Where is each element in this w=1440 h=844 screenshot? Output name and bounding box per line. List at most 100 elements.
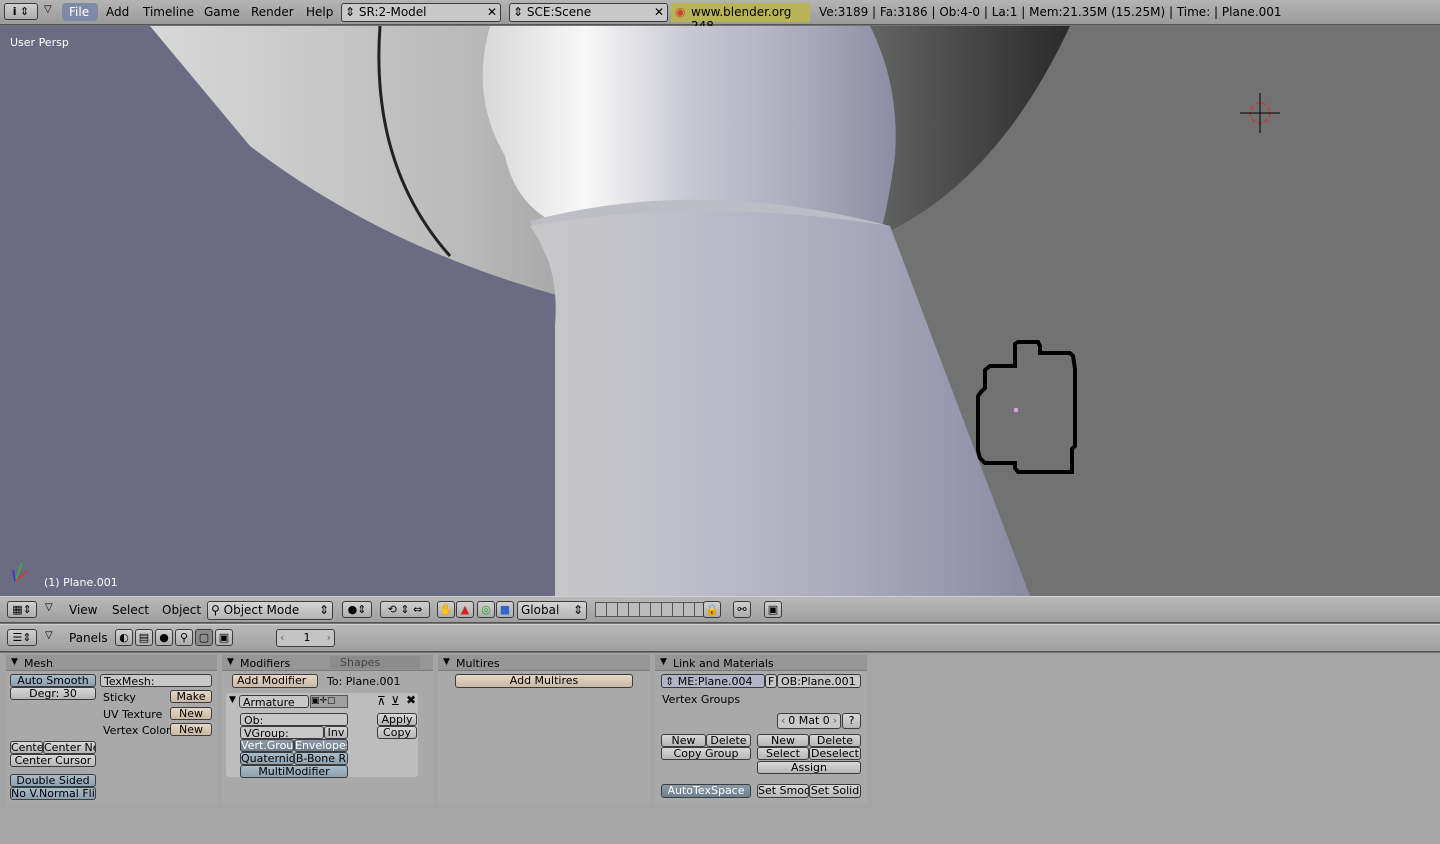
autotexspace-toggle[interactable]: AutoTexSpace [661, 784, 751, 798]
arrow-right-icon[interactable]: › [833, 714, 837, 728]
move-down-icon[interactable]: ⊻ [391, 694, 400, 708]
menu-help[interactable]: Help [306, 5, 333, 19]
material-delete-button[interactable]: Delete [809, 734, 861, 747]
mesh-panel-header[interactable]: ▼ Mesh [6, 655, 217, 671]
object-name-field[interactable]: OB:Plane.001 [777, 674, 861, 688]
modifier-name-field[interactable]: Armature [239, 695, 309, 708]
render-icon[interactable]: ▣ [764, 601, 782, 618]
shading-icon[interactable]: ● [155, 629, 173, 646]
apply-button[interactable]: Apply [377, 713, 417, 726]
screen-selector[interactable]: ⇕ SR:2-Model ✕ [341, 3, 501, 22]
material-assign-button[interactable]: Assign [757, 761, 861, 774]
view3d-editor-type-button[interactable]: ▦⇕ [7, 601, 37, 618]
quaternion-toggle[interactable]: Quaternio [240, 752, 294, 765]
close-icon[interactable]: ✕ [654, 4, 664, 21]
arrow-right-icon[interactable]: › [327, 630, 331, 646]
armature-object-field[interactable]: Ob: [240, 713, 348, 726]
menu-add[interactable]: Add [106, 5, 129, 19]
double-sided-toggle[interactable]: Double Sided [10, 774, 96, 787]
mesh-datablock-field[interactable]: ⇕ ME:Plane.004 [661, 674, 765, 688]
multires-panel-header[interactable]: ▼ Multires [438, 655, 650, 671]
logic-icon[interactable]: ◐ [115, 629, 133, 646]
close-icon[interactable]: ✖ [406, 693, 416, 707]
link-icon[interactable]: ⚯ [733, 601, 751, 618]
mesh-panel: ▼ Mesh Auto Smooth Degr: 30 TexMesh: Stic… [6, 655, 217, 805]
scene-icon[interactable]: ▣ [215, 629, 233, 646]
no-vnormal-flip-toggle[interactable]: No V.Normal Flip [10, 787, 96, 800]
scene-selector[interactable]: ⇕ SCE:Scene ✕ [509, 3, 668, 22]
sticky-make-button[interactable]: Make [170, 690, 212, 703]
center-new-button[interactable]: Center Ne [43, 741, 96, 754]
collapse-triangle-icon[interactable]: ▽ [45, 602, 53, 613]
menu-select[interactable]: Select [112, 603, 149, 617]
material-new-button[interactable]: New [757, 734, 809, 747]
vgroup-delete-button[interactable]: Delete [706, 734, 751, 747]
layer-buttons-1[interactable] [595, 602, 651, 619]
copy-group-button[interactable]: Copy Group [661, 747, 751, 760]
translate-manipulator-icon[interactable]: ▲ [456, 601, 474, 618]
add-multires-button[interactable]: Add Multires [455, 674, 633, 688]
envelopes-toggle[interactable]: Envelopes [294, 739, 348, 752]
set-smooth-button[interactable]: Set Smoo [757, 784, 809, 798]
material-help-button[interactable]: ? [842, 713, 861, 729]
close-icon[interactable]: ✕ [487, 4, 497, 21]
frame-field[interactable]: ‹ 1 › [276, 629, 335, 647]
multimodifier-toggle[interactable]: MultiModifier [240, 765, 348, 778]
layer-buttons-2[interactable] [650, 602, 706, 619]
editing-icon[interactable]: ▢ [195, 629, 213, 646]
buttons-header: ☰⇕ ▽ Panels ◐ ▤ ● ⚲ ▢ ▣ ‹ 1 › [0, 624, 1440, 652]
link-panel-header[interactable]: ▼ Link and Materials [655, 655, 867, 671]
hand-icon[interactable]: ✋ [437, 601, 455, 618]
updown-icon: ⇕ [357, 603, 367, 616]
degr-field[interactable]: Degr: 30 [10, 687, 96, 700]
vgroup-field[interactable]: VGroup: [240, 726, 324, 739]
viewport-3d[interactable]: User Persp (1) Plane.001 [0, 26, 1440, 596]
vgroup-new-button[interactable]: New [661, 734, 706, 747]
info-editor-type-button[interactable]: i ⇕ [4, 3, 38, 20]
set-solid-button[interactable]: Set Solid [809, 784, 861, 798]
tab-shapes[interactable]: Shapes [330, 656, 420, 669]
scale-manipulator-icon[interactable]: ■ [496, 601, 514, 618]
texmesh-field[interactable]: TexMesh: [100, 674, 212, 687]
material-deselect-button[interactable]: Deselect [809, 747, 861, 760]
uv-texture-new-button[interactable]: New [170, 707, 212, 720]
arrow-left-icon[interactable]: ‹ [280, 630, 284, 646]
draw-type-button[interactable]: ●⇕ [342, 601, 372, 618]
lock-icon[interactable]: 🔒 [703, 601, 721, 618]
collapse-triangle-icon[interactable]: ▽ [45, 630, 53, 641]
move-up-icon[interactable]: ⊼ [377, 694, 386, 708]
menu-object[interactable]: Object [162, 603, 201, 617]
center-cursor-button[interactable]: Center Cursor [10, 754, 96, 767]
rotate-manipulator-icon[interactable]: ◎ [477, 601, 495, 618]
copy-button[interactable]: Copy [377, 726, 417, 739]
tab-modifiers[interactable]: Modifiers [240, 657, 290, 670]
menu-render[interactable]: Render [251, 5, 294, 19]
modifier-toggle-icons[interactable]: ▣✛▢ [310, 695, 348, 708]
menu-panels[interactable]: Panels [69, 631, 108, 645]
bbone-rest-toggle[interactable]: B-Bone R [294, 752, 348, 765]
material-select-button[interactable]: Select [757, 747, 809, 760]
blender-link-box[interactable]: ◉ www.blender.org 248 [671, 3, 810, 33]
menu-game[interactable]: Game [204, 5, 240, 19]
object-icon[interactable]: ⚲ [175, 629, 193, 646]
fake-user-toggle[interactable]: F [765, 674, 777, 688]
arrow-left-icon[interactable]: ‹ [781, 714, 785, 728]
menu-timeline[interactable]: Timeline [143, 5, 194, 19]
vert-group-toggle[interactable]: Vert.Grou [240, 739, 294, 752]
pivot-button[interactable]: ⟲ ⇕ ⇔ [380, 601, 430, 618]
collapse-triangle-icon[interactable]: ▽ [44, 4, 52, 15]
auto-smooth-button[interactable]: Auto Smooth [10, 674, 96, 687]
mode-selector[interactable]: ⚲ Object Mode ⇕ [207, 601, 333, 620]
triangle-down-icon[interactable]: ▼ [229, 695, 236, 705]
add-modifier-button[interactable]: Add Modifier [232, 674, 318, 688]
orientation-selector[interactable]: Global ⇕ [517, 601, 587, 620]
script-icon[interactable]: ▤ [135, 629, 153, 646]
buttons-editor-type-button[interactable]: ☰⇕ [7, 629, 37, 646]
triangle-down-icon[interactable]: ▼ [227, 657, 234, 667]
menu-view[interactable]: View [69, 603, 97, 617]
center-button[interactable]: Cente [10, 741, 43, 754]
material-index-field[interactable]: ‹ 0 Mat 0 › [777, 713, 841, 729]
menu-file[interactable]: File [69, 5, 89, 19]
inv-toggle[interactable]: Inv [324, 726, 348, 739]
vertex-color-new-button[interactable]: New [170, 723, 212, 736]
